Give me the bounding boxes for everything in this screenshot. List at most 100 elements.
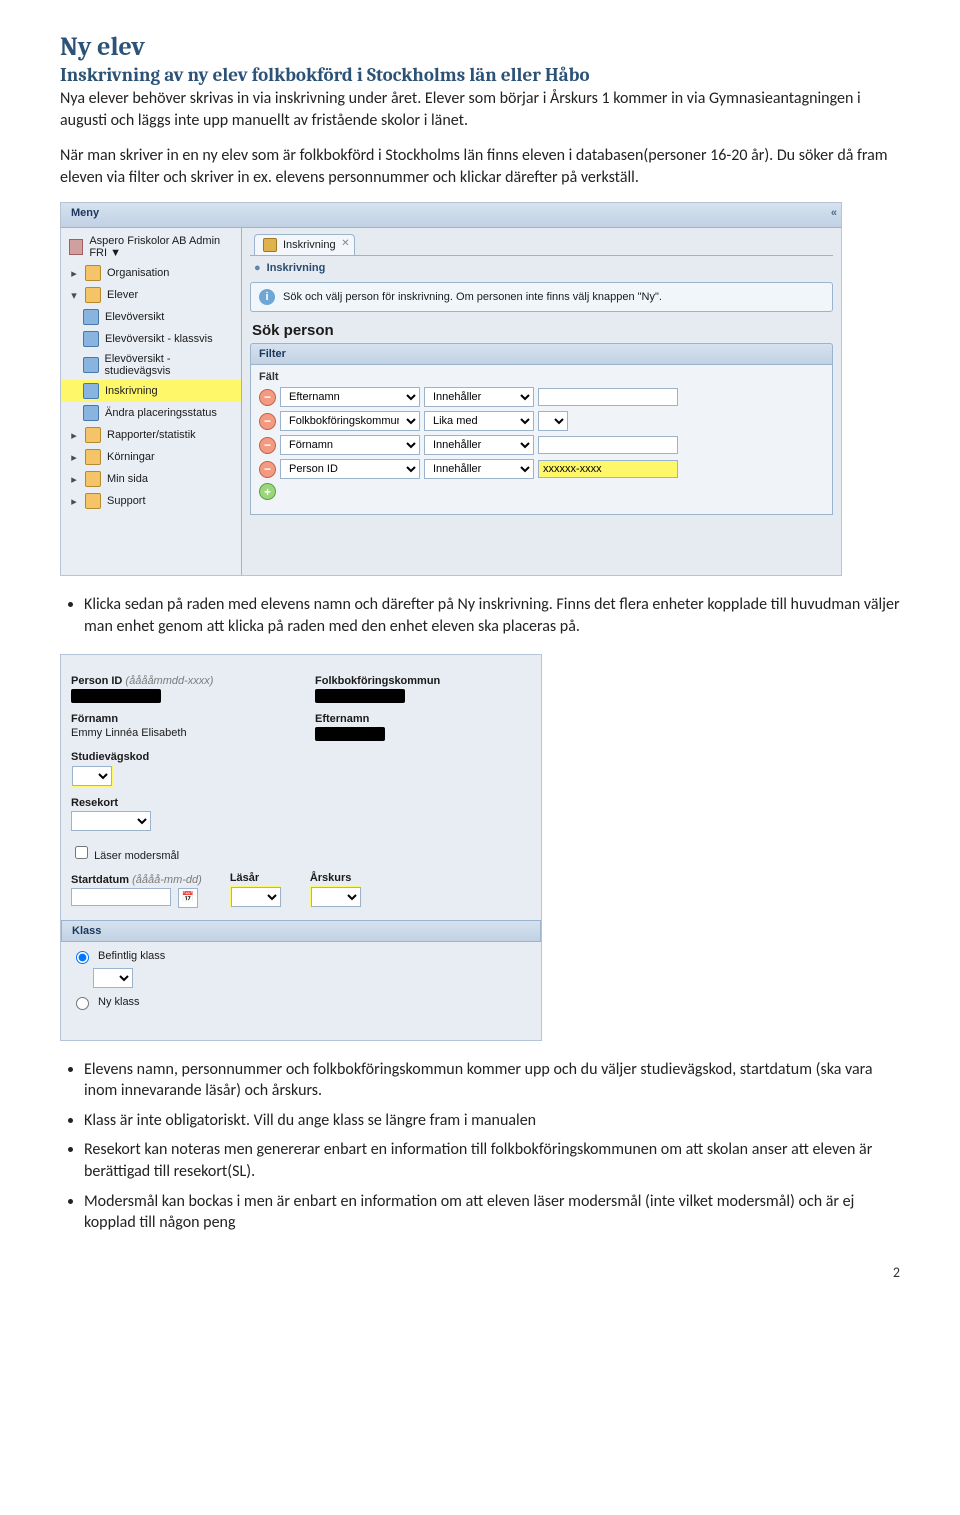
- filter-field-select[interactable]: Folkbokföringskommun: [280, 411, 420, 431]
- close-icon[interactable]: ✕: [341, 238, 349, 249]
- label-efternamn: Efternamn: [315, 713, 531, 725]
- sidebar-item-label: Körningar: [107, 451, 155, 463]
- radio-ny-klass[interactable]: Ny klass: [71, 994, 531, 1010]
- filter-panel: Fält − Efternamn Innehåller − Folkbokför…: [250, 365, 833, 515]
- filter-row: − Efternamn Innehåller: [259, 387, 824, 407]
- value-fornamn: Emmy Linnéa Elisabeth: [71, 727, 187, 739]
- folder-icon: [85, 449, 101, 465]
- bullet-mid: Klicka sedan på raden med elevens namn o…: [84, 594, 900, 637]
- bullet-icon: ●: [254, 262, 261, 274]
- checkbox-label: Läser modersmål: [94, 850, 179, 862]
- bullet-bottom: Klass är inte obligatoriskt. Vill du ang…: [84, 1110, 900, 1132]
- tab-label: Inskrivning: [283, 239, 336, 251]
- select-lasar[interactable]: [231, 887, 281, 907]
- select-resekort[interactable]: [71, 811, 151, 831]
- paragraph-1: Nya elever behöver skrivas in via inskri…: [60, 88, 900, 131]
- checkbox-laser-modersmal[interactable]: Läser modersmål: [71, 850, 179, 862]
- remove-filter-button[interactable]: −: [259, 437, 276, 454]
- sidebar-item-min-sida[interactable]: ▸ Min sida: [61, 468, 241, 490]
- sidebar-item-elever[interactable]: ▾ Elever: [61, 284, 241, 306]
- collapse-icon[interactable]: ▾: [69, 289, 79, 302]
- page-icon: [83, 331, 99, 347]
- input-startdatum[interactable]: [71, 888, 171, 906]
- filter-operator-select[interactable]: Lika med: [424, 411, 534, 431]
- info-bar: i Sök och välj person för inskrivning. O…: [250, 282, 833, 312]
- radio-befintlig-klass[interactable]: Befintlig klass: [71, 948, 531, 964]
- checkbox-input[interactable]: [75, 846, 88, 859]
- filter-field-select[interactable]: Person ID: [280, 459, 420, 479]
- remove-filter-button[interactable]: −: [259, 461, 276, 478]
- filter-operator-select[interactable]: Innehåller: [424, 459, 534, 479]
- sidebar-item-inskrivning[interactable]: Inskrivning: [61, 380, 241, 402]
- sidebar-item-elevoversikt[interactable]: Elevöversikt: [61, 306, 241, 328]
- sidebar-item-elevoversikt-klassvis[interactable]: Elevöversikt - klassvis: [61, 328, 241, 350]
- bullet-bottom: Modersmål kan bockas i men är enbart en …: [84, 1191, 900, 1234]
- page-icon: [83, 309, 99, 325]
- filter-operator-select[interactable]: Innehåller: [424, 387, 534, 407]
- redacted-value: [71, 689, 161, 703]
- sidebar-item-korningar[interactable]: ▸ Körningar: [61, 446, 241, 468]
- sidebar-item-andra-placeringsstatus[interactable]: Ändra placeringsstatus: [61, 402, 241, 424]
- pencil-icon: [263, 238, 277, 252]
- info-text: Sök och välj person för inskrivning. Om …: [283, 291, 662, 303]
- expand-icon[interactable]: ▸: [69, 495, 79, 508]
- sidebar-item-label: Elevöversikt - studievägsvis: [105, 353, 235, 377]
- expand-icon[interactable]: ▸: [69, 429, 79, 442]
- label-resekort: Resekort: [71, 797, 531, 809]
- filter-header[interactable]: Filter: [250, 343, 833, 365]
- filter-operator-select[interactable]: Innehåller: [424, 435, 534, 455]
- radio-input[interactable]: [76, 997, 89, 1010]
- main-area: Inskrivning ✕ ● Inskrivning i Sök och vä…: [242, 228, 841, 575]
- sidebar-org-selector[interactable]: Aspero Friskolor AB Admin FRI ▼: [61, 232, 241, 262]
- sidebar-item-label: Elevöversikt - klassvis: [105, 333, 213, 345]
- calendar-icon[interactable]: 📅: [178, 888, 198, 908]
- select-studievagskod[interactable]: [72, 766, 112, 786]
- select-befintlig-klass[interactable]: [93, 968, 133, 988]
- expand-icon[interactable]: ▸: [69, 473, 79, 486]
- label-startdatum: Startdatum (åååå-mm-dd): [71, 874, 202, 886]
- bullet-text: Klicka sedan på raden med elevens namn o…: [84, 595, 900, 636]
- filter-value-input[interactable]: [538, 388, 678, 406]
- filter-value-select[interactable]: [538, 411, 568, 431]
- page-title: Ny elev: [60, 32, 900, 62]
- menu-label: Meny: [61, 203, 109, 227]
- sidebar-item-rapporter[interactable]: ▸ Rapporter/statistik: [61, 424, 241, 446]
- sidebar: Aspero Friskolor AB Admin FRI ▼ ▸ Organi…: [61, 228, 242, 575]
- filter-value-input[interactable]: [538, 436, 678, 454]
- filter-add-row: +: [259, 483, 824, 500]
- label-lasar: Läsår: [230, 872, 282, 884]
- folder-icon: [85, 287, 101, 303]
- redacted-value: [315, 689, 405, 703]
- remove-filter-button[interactable]: −: [259, 413, 276, 430]
- section-header-klass: Klass: [61, 920, 541, 942]
- expand-icon[interactable]: ▸: [69, 451, 79, 464]
- sidebar-item-elevoversikt-studievagsvis[interactable]: Elevöversikt - studievägsvis: [61, 350, 241, 380]
- highlight-box: [230, 886, 282, 908]
- page-icon: [83, 383, 99, 399]
- sidebar-item-organisation[interactable]: ▸ Organisation: [61, 262, 241, 284]
- highlight-box: [71, 765, 113, 787]
- sidebar-item-label: Elever: [107, 289, 138, 301]
- bullet-bottom: Elevens namn, personnummer och folkbokfö…: [84, 1059, 900, 1102]
- breadcrumb-label: Inskrivning: [267, 262, 326, 274]
- expand-icon[interactable]: ▸: [69, 267, 79, 280]
- sidebar-item-support[interactable]: ▸ Support: [61, 490, 241, 512]
- page-number: 2: [60, 1264, 900, 1281]
- remove-filter-button[interactable]: −: [259, 389, 276, 406]
- folder-icon: [85, 427, 101, 443]
- filter-field-select[interactable]: Förnamn: [280, 435, 420, 455]
- collapse-icon[interactable]: «: [823, 203, 841, 227]
- sidebar-item-label: Organisation: [107, 267, 169, 279]
- filter-field-select[interactable]: Efternamn: [280, 387, 420, 407]
- add-filter-button[interactable]: +: [259, 483, 276, 500]
- app-toolbar: Meny «: [61, 203, 841, 228]
- sidebar-item-label: Inskrivning: [105, 385, 158, 397]
- select-arskurs[interactable]: [311, 887, 361, 907]
- radio-label: Befintlig klass: [98, 950, 165, 962]
- sidebar-item-label: Ändra placeringsstatus: [105, 407, 217, 419]
- filter-value-input[interactable]: [538, 460, 678, 478]
- radio-input[interactable]: [76, 951, 89, 964]
- info-icon: i: [259, 289, 275, 305]
- tab-inskrivning[interactable]: Inskrivning ✕: [254, 234, 355, 255]
- redacted-value: [315, 727, 385, 741]
